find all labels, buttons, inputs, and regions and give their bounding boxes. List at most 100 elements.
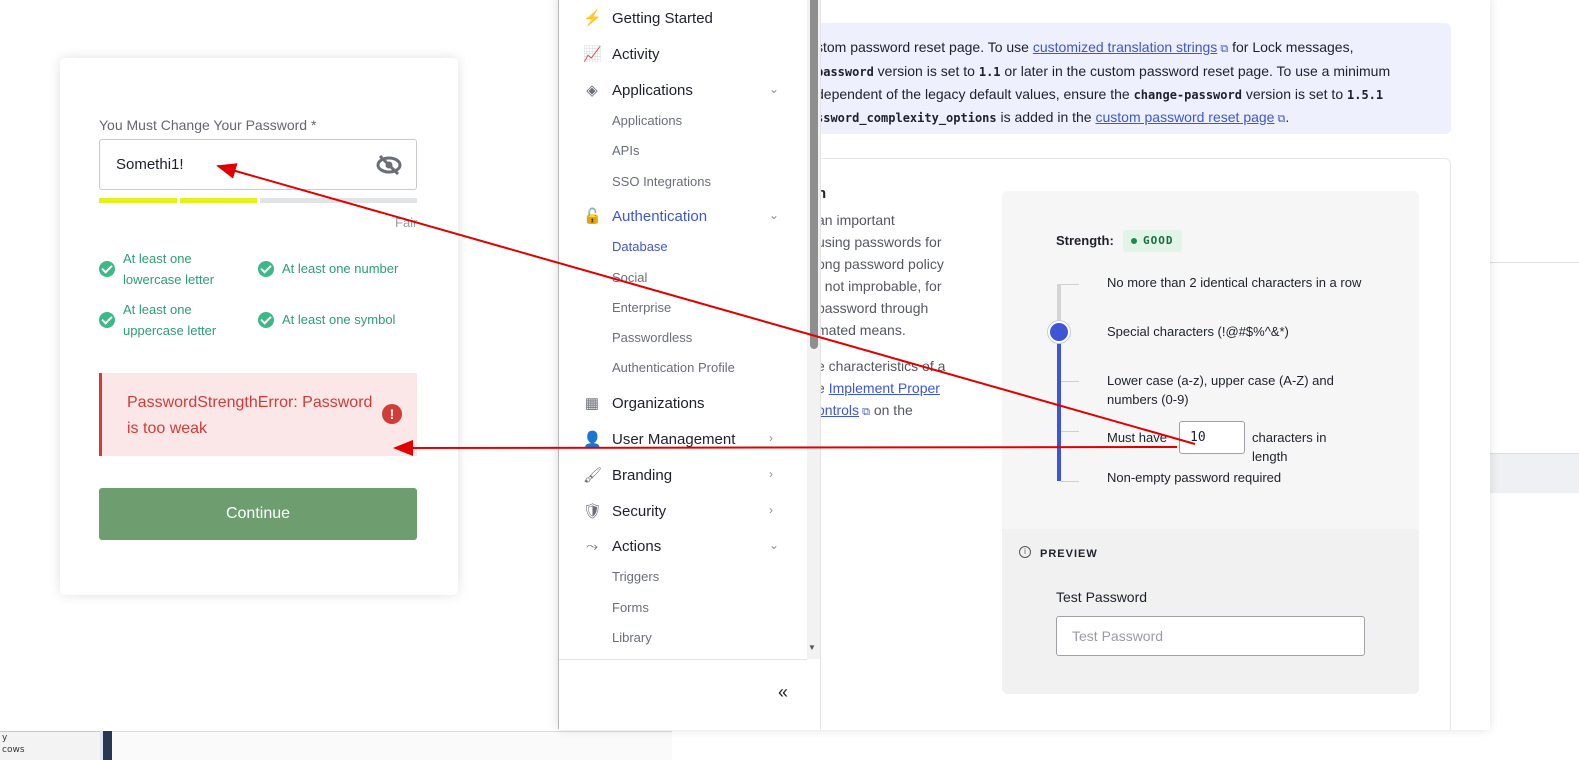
level-min-length-suffix: characters in length xyxy=(1252,428,1362,466)
sidebar-subitem-forms[interactable]: Forms xyxy=(612,600,649,615)
policy-line: ong password policy xyxy=(821,256,944,272)
sidebar-subitem-sso-integrations[interactable]: SSO Integrations xyxy=(612,174,711,189)
scroll-down-arrow-icon[interactable]: ▼ xyxy=(808,643,816,652)
background-text: cows xyxy=(2,745,25,755)
policy-description: n an important using passwords for ong p… xyxy=(821,185,967,423)
level-special-chars: Special characters (!@#$%^&*) xyxy=(1107,324,1289,339)
status-dot-icon xyxy=(1131,238,1137,244)
strength-slider-handle[interactable] xyxy=(1048,321,1070,343)
sidebar-item-authentication[interactable]: 🔓 Authentication ⌄ xyxy=(559,200,807,234)
chevron-down-icon: ⌄ xyxy=(769,538,780,552)
layers-icon: ◈ xyxy=(586,82,598,99)
info-banner: stom password reset page. To use customi… xyxy=(821,23,1451,134)
chevron-down-icon: ⌄ xyxy=(769,208,780,222)
preview-label: PREVIEW xyxy=(1040,548,1098,560)
requirement-number: At least one number xyxy=(258,258,418,279)
info-code: 1.5.1 xyxy=(1347,88,1384,102)
policy-text: e xyxy=(821,380,829,396)
sidebar-subitem-triggers[interactable]: Triggers xyxy=(612,569,659,584)
requirement-uppercase: At least one uppercase letter xyxy=(99,299,239,341)
chevron-right-icon: › xyxy=(769,503,773,517)
sidebar-item-security[interactable]: 🛡 Security › xyxy=(559,495,807,529)
sidebar-item-activity[interactable]: 📈 Activity xyxy=(559,38,807,72)
sidebar-subitem-applications[interactable]: Applications xyxy=(612,113,682,128)
background-bar xyxy=(100,731,112,760)
policy-line: f not improbable, for xyxy=(821,278,942,294)
password-label: You Must Change Your Password * xyxy=(99,117,317,133)
strength-slider-fill xyxy=(1057,331,1061,481)
info-text: dependent of the legacy default values, … xyxy=(821,86,1134,102)
min-length-input[interactable]: 10 xyxy=(1179,421,1245,454)
policy-line: an important xyxy=(821,212,895,228)
sidebar-subitem-passwordless[interactable]: Passwordless xyxy=(612,330,692,345)
change-password-card: You Must Change Your Password * Somethi1… xyxy=(60,58,458,595)
info-text: . xyxy=(1285,109,1290,125)
level-min-length-prefix: Must have xyxy=(1107,430,1167,445)
external-link-icon: ⧉ xyxy=(1274,113,1286,125)
sidebar-item-user-management[interactable]: 👤 User Management › xyxy=(559,423,807,457)
sidebar-scrollbar[interactable] xyxy=(807,0,820,659)
info-code: ssword_complexity_options xyxy=(821,111,997,125)
info-line-4: ssword_complexity_options is added in th… xyxy=(821,106,1451,130)
test-password-input[interactable]: Test Password xyxy=(1056,616,1365,656)
level-case-numbers: Lower case (a-z), upper case (A-Z) and n… xyxy=(1107,373,1334,407)
meter-segment xyxy=(260,198,417,203)
custom-reset-page-link[interactable]: custom password reset page xyxy=(1095,109,1274,125)
sidebar-scroll-thumb[interactable] xyxy=(810,0,818,349)
slider-tick xyxy=(1061,481,1079,482)
info-text: for Lock messages, xyxy=(1228,39,1354,55)
translation-strings-link[interactable]: customized translation strings xyxy=(1033,39,1217,55)
lock-icon: 🔓 xyxy=(583,208,602,225)
info-code: change-password xyxy=(1133,88,1242,102)
info-icon: i xyxy=(1019,546,1031,558)
sidebar-subitem-enterprise[interactable]: Enterprise xyxy=(612,300,671,315)
policy-line: e characteristics of a xyxy=(821,358,946,374)
sidebar-subitem-database[interactable]: Database xyxy=(612,239,668,254)
info-text: version is set to xyxy=(1241,86,1347,102)
sidebar-item-getting-started[interactable]: ⚡ Getting Started xyxy=(559,2,807,36)
sidebar-subitem-social[interactable]: Social xyxy=(612,270,647,285)
sidebar-item-branding[interactable]: 🖌 Branding › xyxy=(559,459,807,493)
sidebar-item-organizations[interactable]: ▦ Organizations xyxy=(559,387,807,421)
requirement-lowercase: At least one lowercase letter xyxy=(99,248,239,290)
lightning-icon: ⚡ xyxy=(583,10,602,27)
sidebar-subitem-apis[interactable]: APIs xyxy=(612,143,639,158)
brush-icon: 🖌 xyxy=(583,467,603,484)
level-text: characters in length xyxy=(1252,430,1327,464)
info-code: password xyxy=(821,65,874,79)
dashboard-window: ⚡ Getting Started 📈 Activity ◈ Applicati… xyxy=(558,0,1490,730)
check-circle-icon xyxy=(99,261,115,277)
info-code: 1.1 xyxy=(978,65,1001,79)
check-circle-icon xyxy=(99,312,115,328)
sidebar-item-applications[interactable]: ◈ Applications ⌄ xyxy=(559,74,807,108)
check-circle-icon xyxy=(258,260,274,277)
sidebar-subitem-authentication-profile[interactable]: Authentication Profile xyxy=(612,360,735,375)
policy-line: using passwords for xyxy=(821,234,942,250)
info-line-1: stom password reset page. To use customi… xyxy=(821,36,1451,60)
eye-slash-icon[interactable] xyxy=(376,154,402,176)
external-link-icon: ⧉ xyxy=(859,406,870,418)
error-alert: PasswordStrengthError: Password is too w… xyxy=(99,373,417,456)
chevron-down-icon: ⌄ xyxy=(769,82,780,96)
test-password-label: Test Password xyxy=(1056,589,1148,605)
chevron-right-icon: › xyxy=(769,467,773,481)
slider-tick xyxy=(1061,431,1079,432)
password-input[interactable]: Somethi1! xyxy=(99,139,417,190)
sidebar: ⚡ Getting Started 📈 Activity ◈ Applicati… xyxy=(559,0,821,730)
info-text: stom password reset page. To use xyxy=(821,39,1033,55)
implement-proper-link[interactable]: Implement Proper xyxy=(829,380,940,396)
check-circle-icon xyxy=(258,311,274,328)
meter-segment xyxy=(180,198,257,203)
info-line-2: password version is set to 1.1 or later … xyxy=(821,60,1451,83)
continue-button[interactable]: Continue xyxy=(99,488,417,540)
sidebar-item-actions[interactable]: ⤳ Actions ⌄ xyxy=(559,530,807,564)
background-editor-footer xyxy=(1490,453,1579,493)
sidebar-subitem-library[interactable]: Library xyxy=(612,630,652,645)
strength-label: Strength: xyxy=(1056,233,1114,248)
error-message: PasswordStrengthError: Password is too w… xyxy=(127,394,373,437)
external-link-icon: ⧉ xyxy=(1217,43,1229,55)
collapse-sidebar-button[interactable]: « xyxy=(778,682,788,703)
policy-line: e Implement Proper xyxy=(821,377,967,399)
controls-link[interactable]: ontrols xyxy=(821,402,859,418)
shield-icon: 🛡 xyxy=(583,503,603,520)
